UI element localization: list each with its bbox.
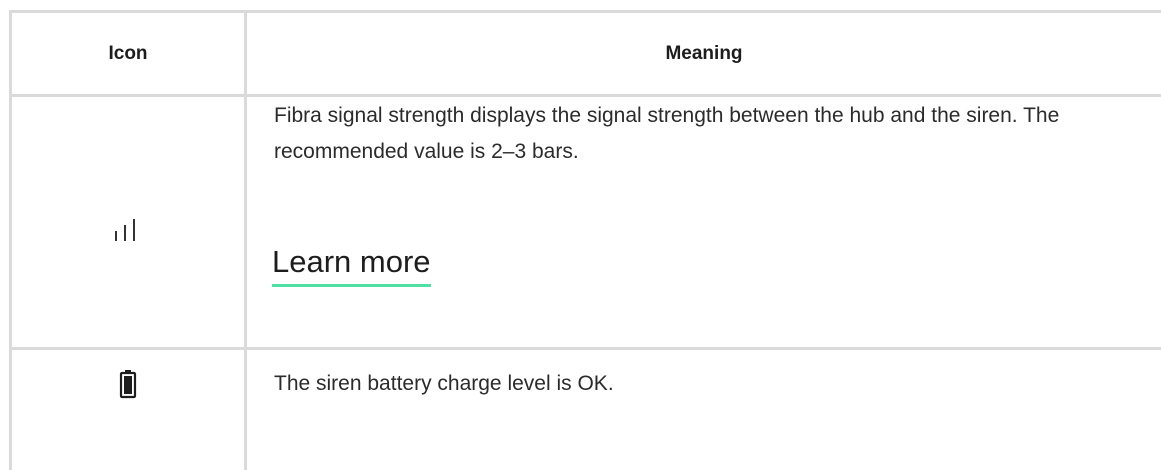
- battery-status-description: The siren battery charge level is OK.: [274, 372, 614, 395]
- row-divider: [9, 347, 1161, 350]
- table-top-border: [9, 10, 1161, 13]
- header-meaning: Meaning: [665, 43, 743, 64]
- icon-meaning-table: Icon Meaning Fibra signal strength displ…: [9, 10, 1161, 470]
- header-divider: [9, 94, 1161, 97]
- signal-strength-icon: [12, 210, 244, 250]
- header-icon: Icon: [108, 43, 148, 64]
- learn-more-link[interactable]: Learn more: [272, 244, 431, 287]
- learn-more-wrap: Learn more: [272, 244, 431, 287]
- signal-strength-description: Fibra signal strength displays the signa…: [274, 104, 1060, 163]
- battery-full-icon: [12, 364, 244, 404]
- column-divider: [244, 10, 247, 470]
